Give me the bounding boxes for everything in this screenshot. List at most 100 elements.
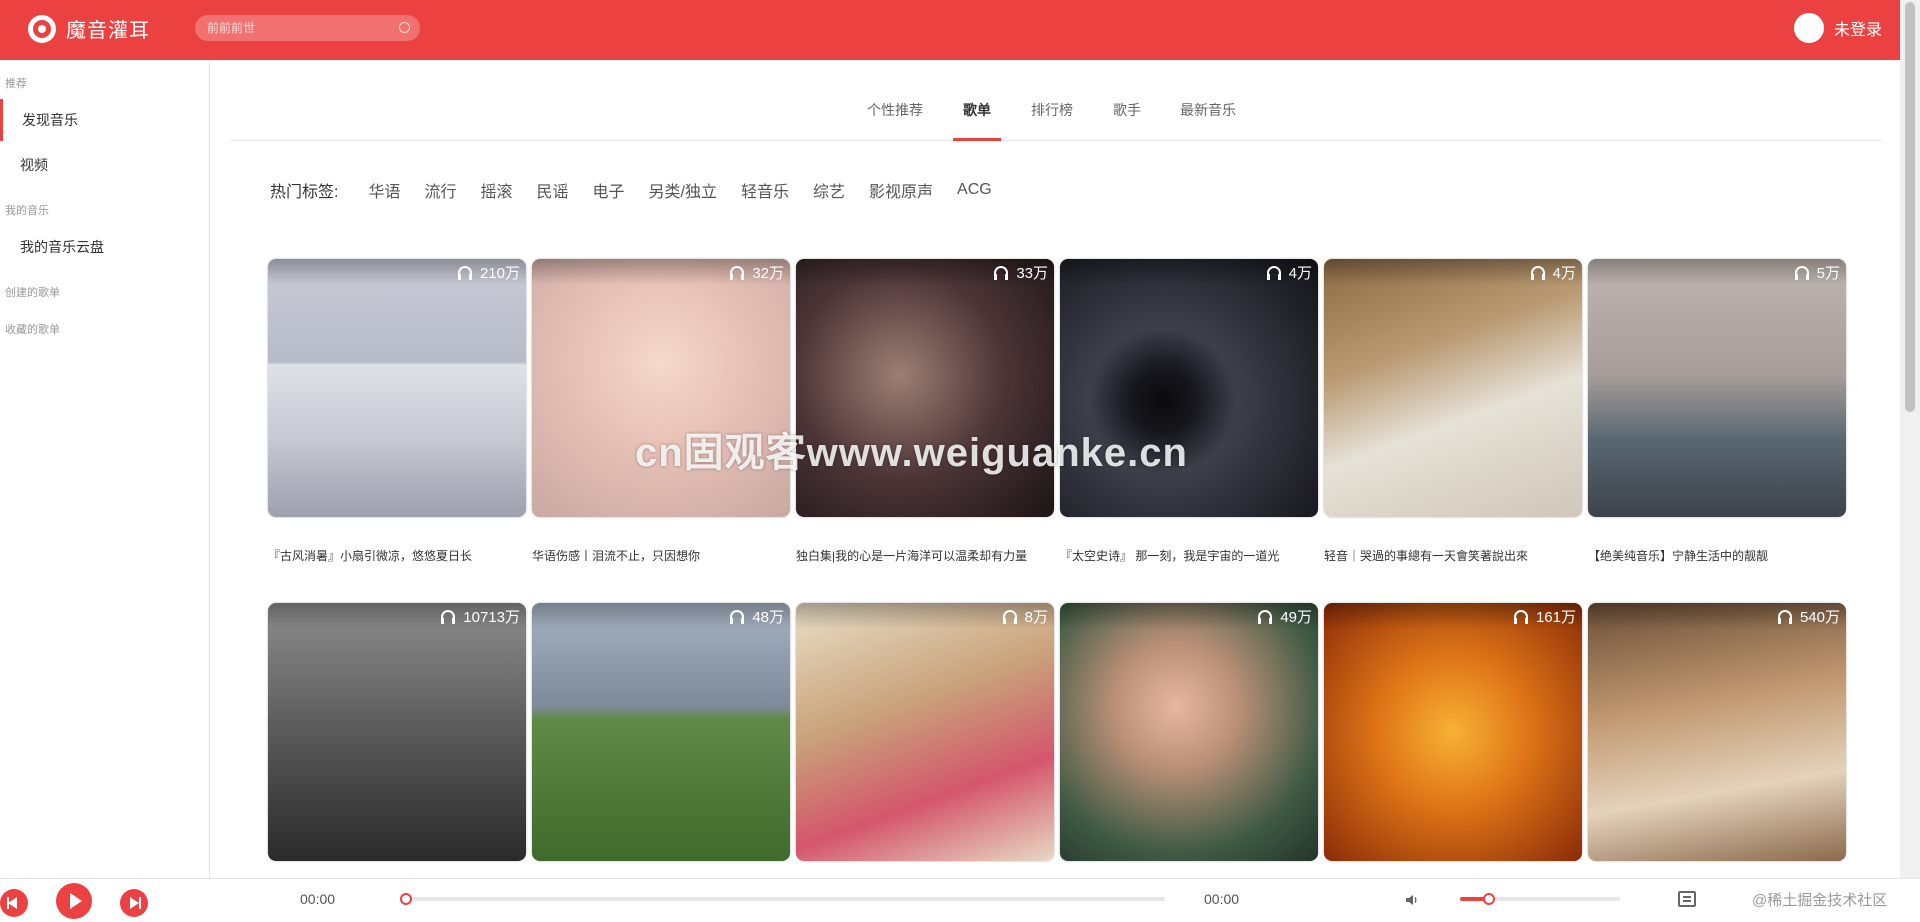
- sidebar-group-collected-playlists[interactable]: 收藏的歌单: [0, 321, 60, 337]
- playlist-title[interactable]: 轻音｜哭過的事總有一天會笑著說出來: [1324, 547, 1582, 564]
- play-icon: [70, 893, 82, 909]
- playlist-title[interactable]: 【绝美纯音乐】宁静生活中的靓靓: [1588, 547, 1846, 564]
- playlist-card[interactable]: 8万: [796, 603, 1054, 861]
- playlist-cover[interactable]: 33万: [796, 259, 1054, 517]
- tag-light-music[interactable]: 轻音乐: [741, 178, 789, 202]
- tag-electronic[interactable]: 电子: [593, 178, 625, 202]
- tag-rock[interactable]: 摇滚: [480, 178, 512, 202]
- sidebar-item-video[interactable]: 视频: [0, 144, 209, 186]
- tag-acg[interactable]: ACG: [957, 181, 992, 199]
- playlist-icon[interactable]: [1678, 891, 1696, 907]
- volume-slider[interactable]: [1460, 893, 1620, 905]
- headphones-icon: [1530, 266, 1545, 280]
- headphones-icon: [1777, 610, 1792, 624]
- user-login[interactable]: 未登录: [1793, 13, 1882, 43]
- search-input[interactable]: [207, 21, 387, 35]
- play-count: 33万: [796, 259, 1054, 285]
- app-title: 魔音灌耳: [66, 20, 150, 42]
- tag-chinese[interactable]: 华语: [368, 178, 400, 202]
- playlist-card[interactable]: 540万: [1588, 603, 1846, 861]
- play-count: 5万: [1588, 259, 1846, 285]
- playlist-card[interactable]: 210万 『古风消暑』小扇引微凉，悠悠夏日长: [268, 259, 526, 564]
- total-time: 00:00: [1204, 891, 1240, 907]
- play-count: 540万: [1588, 603, 1846, 629]
- tag-folk[interactable]: 民谣: [537, 178, 569, 202]
- playlist-cover[interactable]: 32万: [532, 259, 790, 517]
- progress-handle[interactable]: [400, 893, 412, 905]
- headphones-icon: [1002, 610, 1017, 624]
- sidebar-item-cloud-disk[interactable]: 我的音乐云盘: [0, 226, 209, 268]
- headphones-icon: [1794, 266, 1809, 280]
- tag-indie[interactable]: 另类/独立: [649, 178, 717, 202]
- tag-pop[interactable]: 流行: [424, 178, 456, 202]
- playlist-card[interactable]: 161万: [1324, 603, 1582, 861]
- app-logo[interactable]: 魔音灌耳: [28, 14, 150, 43]
- tab-playlists[interactable]: 歌单: [953, 100, 1001, 141]
- search-box[interactable]: [195, 15, 420, 41]
- sidebar-item-discover-music[interactable]: 发现音乐: [0, 99, 209, 141]
- playlist-card[interactable]: 4万 轻音｜哭過的事總有一天會笑著說出來: [1324, 259, 1582, 564]
- page-scrollbar[interactable]: [1900, 0, 1920, 922]
- playlist-cover[interactable]: 49万: [1060, 603, 1318, 861]
- playlist-cover[interactable]: 161万: [1324, 603, 1582, 861]
- playlist-cover[interactable]: 5万: [1588, 259, 1846, 517]
- playlist-cover[interactable]: 8万: [796, 603, 1054, 861]
- tab-personal-recommend[interactable]: 个性推荐: [867, 100, 923, 140]
- play-count: 210万: [268, 259, 526, 285]
- playlist-card[interactable]: 32万 华语伤感丨泪流不止，只因想你: [532, 259, 790, 564]
- playlist-cover[interactable]: 210万: [268, 259, 526, 517]
- hot-tags: 热门标签: 华语 流行 摇滚 民谣 电子 另类/独立 轻音乐 综艺 影视原声 A…: [270, 178, 1016, 202]
- sidebar-group-created-playlists[interactable]: 创建的歌单: [0, 284, 60, 300]
- playlist-card[interactable]: 10713万: [268, 603, 526, 861]
- playlist-title[interactable]: 『古风消暑』小扇引微凉，悠悠夏日长: [268, 547, 526, 564]
- volume-icon[interactable]: [1404, 892, 1420, 908]
- sidebar-group-my-music: 我的音乐: [5, 205, 49, 217]
- headphones-icon: [730, 610, 745, 624]
- play-count: 161万: [1324, 603, 1582, 629]
- play-button[interactable]: [56, 883, 92, 919]
- previous-button[interactable]: [0, 889, 28, 917]
- playlist-title[interactable]: 独白集|我的心是一片海洋可以温柔却有力量: [796, 547, 1054, 564]
- discover-tabs: 个性推荐 歌单 排行榜 歌手 最新音乐: [230, 88, 1882, 141]
- playlist-card[interactable]: 33万 独白集|我的心是一片海洋可以温柔却有力量: [796, 259, 1054, 564]
- play-count: 49万: [1060, 603, 1318, 629]
- sidebar-group-recommend: 推荐: [5, 78, 27, 90]
- headphones-icon: [457, 266, 472, 280]
- play-count: 4万: [1060, 259, 1318, 285]
- login-status[interactable]: 未登录: [1834, 16, 1882, 40]
- tag-soundtrack[interactable]: 影视原声: [869, 178, 933, 202]
- headphones-icon: [441, 610, 456, 624]
- playlist-cover[interactable]: 540万: [1588, 603, 1846, 861]
- player-bar: 00:00 00:00 @稀土掘金技术社区: [0, 878, 1920, 922]
- playlist-cover[interactable]: 4万: [1324, 259, 1582, 517]
- playlist-card[interactable]: 4万 『太空史诗』 那一刻，我是宇宙的一道光: [1060, 259, 1318, 564]
- netease-logo-icon: [28, 14, 56, 43]
- playlist-title[interactable]: 『太空史诗』 那一刻，我是宇宙的一道光: [1060, 547, 1318, 564]
- avatar[interactable]: [1793, 13, 1824, 43]
- tab-charts[interactable]: 排行榜: [1031, 100, 1073, 140]
- volume-handle[interactable]: [1482, 893, 1495, 905]
- playlist-card[interactable]: 5万 【绝美纯音乐】宁静生活中的靓靓: [1588, 259, 1846, 564]
- tab-singers[interactable]: 歌手: [1113, 100, 1141, 140]
- hot-tags-label: 热门标签:: [270, 184, 339, 201]
- playlist-title[interactable]: 华语伤感丨泪流不止，只因想你: [532, 547, 790, 564]
- headphones-icon: [1513, 610, 1528, 624]
- next-button[interactable]: [120, 889, 148, 917]
- headphones-icon: [994, 266, 1009, 280]
- play-count: 4万: [1324, 259, 1582, 285]
- search-icon[interactable]: [399, 22, 410, 33]
- watermark: cn固观客www.weiguanke.cn: [635, 431, 1188, 475]
- footer-watermark: @稀土掘金技术社区: [1752, 892, 1888, 909]
- tag-variety[interactable]: 综艺: [813, 178, 845, 202]
- playlist-cover[interactable]: 48万: [532, 603, 790, 861]
- tab-new-music[interactable]: 最新音乐: [1180, 100, 1236, 140]
- progress-bar[interactable]: [400, 893, 1165, 905]
- playlist-cover[interactable]: 10713万: [268, 603, 526, 861]
- playlist-card[interactable]: 48万: [532, 603, 790, 861]
- scrollbar-thumb[interactable]: [1905, 2, 1915, 412]
- playlist-card[interactable]: 49万: [1060, 603, 1318, 861]
- play-count: 48万: [532, 603, 790, 629]
- playlist-cover[interactable]: 4万: [1060, 259, 1318, 517]
- top-bar: 魔音灌耳 未登录: [0, 0, 1900, 60]
- headphones-icon: [1266, 266, 1281, 280]
